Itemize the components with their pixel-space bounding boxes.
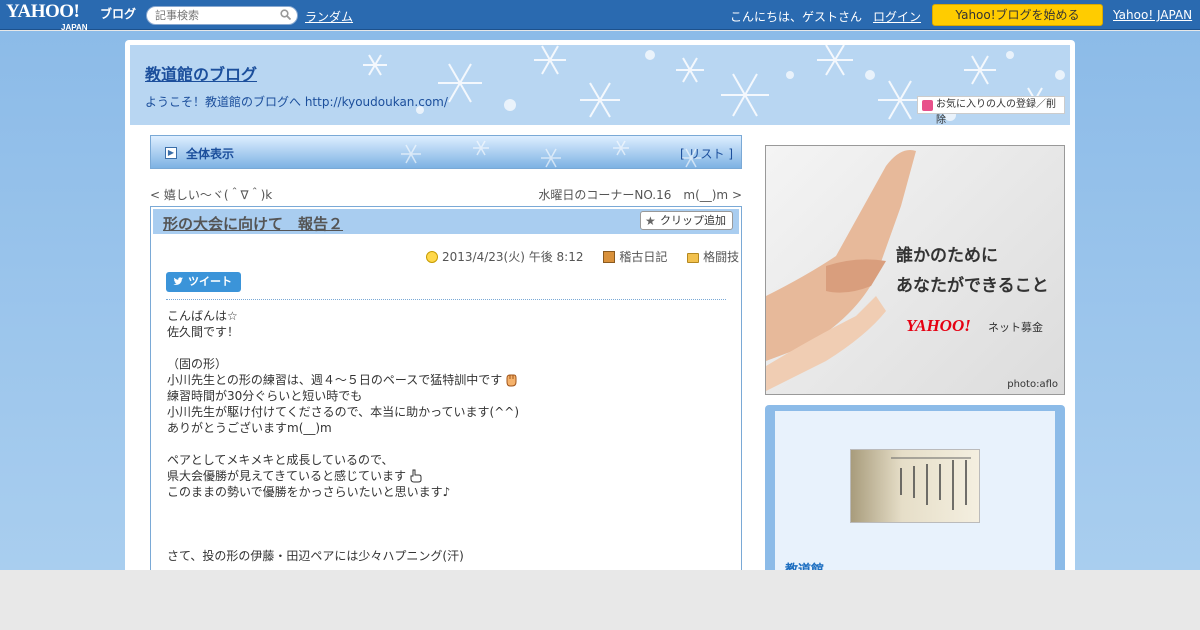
previous-article-link[interactable]: 嬉しい～ヾ(＾∇＾)k bbox=[164, 188, 272, 202]
heart-icon bbox=[922, 100, 933, 111]
book-icon bbox=[603, 251, 616, 263]
article-line bbox=[167, 436, 727, 452]
ad-headline-2: あなたができること bbox=[896, 276, 1049, 296]
article-line-with-emoji: 県大会優勝が見えてきていると感じています bbox=[167, 468, 727, 484]
article-line: さて、投の形の伊藤・田辺ペアには少々ハプニング(汗) bbox=[167, 549, 464, 563]
clock-icon bbox=[426, 251, 438, 263]
yahoo-logo[interactable]: YAHOO! JAPAN bbox=[6, 2, 88, 32]
profile-box: 教道館 bbox=[765, 405, 1065, 581]
article: 形の大会に向けて 報告２ ★ クリップ追加 2013/4/23(火) 午後 8:… bbox=[150, 206, 742, 586]
blog-page: 教道館のブログ ようこそ！教道館のブログへ http://kyoudoukan.… bbox=[125, 40, 1075, 586]
login-link[interactable]: ログイン bbox=[873, 8, 921, 25]
blog-title-link[interactable]: 教道館のブログ bbox=[145, 61, 257, 85]
article-line: このままの勢いで優勝をかっさらいたいと思います♪ bbox=[167, 485, 451, 499]
article-line: ありがとうございますm(__)m bbox=[167, 421, 332, 435]
arrow-right-icon: ▶ bbox=[165, 147, 177, 159]
article-line-with-emoji: 小川先生との形の練習は、週４～５日のペースで猛特訓中です bbox=[167, 372, 727, 388]
clip-add-label: クリップ追加 bbox=[660, 214, 726, 227]
article-category-link[interactable]: 稽古日記 bbox=[619, 250, 667, 264]
page-footer-area bbox=[0, 570, 1200, 630]
favorite-register-button[interactable]: お気に入りの人の登録／削除 bbox=[917, 96, 1065, 125]
ad-headline-1: 誰かのために bbox=[896, 246, 998, 266]
tweet-button[interactable]: ツイート bbox=[166, 272, 241, 292]
folder-icon bbox=[687, 253, 700, 263]
article-header: 形の大会に向けて 報告２ ★ クリップ追加 bbox=[153, 209, 739, 234]
article-line: こんばんは☆ bbox=[167, 309, 238, 323]
random-link[interactable]: ランダム bbox=[305, 8, 353, 25]
ad-yahoo-logo: YAHOO! bbox=[906, 316, 971, 335]
pointing-hand-emoji-icon bbox=[410, 469, 422, 483]
article-line bbox=[167, 532, 727, 548]
article-title-link[interactable]: 形の大会に向けて 報告２ bbox=[163, 213, 343, 234]
article-divider bbox=[166, 299, 726, 300]
article-line: ペアとしてメキメキと成長しているので、 bbox=[167, 453, 394, 467]
article-line-text: 県大会優勝が見えてきていると感じています bbox=[167, 469, 407, 483]
article-body: こんばんは☆ 佐久間です！ （固の形） 小川先生との形の練習は、週４～５日のペー… bbox=[167, 308, 727, 564]
article-line: 小川先生が駆け付けてくださるので、本当に助かっています(^^) bbox=[167, 405, 520, 419]
twitter-bird-icon bbox=[173, 277, 184, 285]
snowflake-pattern bbox=[401, 140, 701, 168]
article-line: （固の形） bbox=[167, 357, 228, 371]
article-line bbox=[167, 516, 727, 532]
article-category: 稽古日記 bbox=[603, 248, 667, 265]
star-icon: ★ bbox=[645, 214, 656, 228]
next-article-nav: 水曜日のコーナーNO.16 m(__)m > bbox=[538, 186, 742, 203]
start-blog-button[interactable]: Yahoo!ブログを始める bbox=[932, 4, 1103, 26]
profile-inner: 教道館 bbox=[775, 411, 1055, 581]
article-folder-link[interactable]: 格闘技 bbox=[703, 250, 739, 264]
article-line: 佐久間です！ bbox=[167, 325, 240, 339]
article-line bbox=[167, 500, 727, 516]
next-arrow: > bbox=[728, 188, 742, 202]
article-date-link[interactable]: 2013/4/23(火) 午後 8:12 bbox=[442, 250, 583, 264]
ad-logo-sub-text: ネット募金 bbox=[988, 321, 1043, 334]
logo-blog-text: ブログ bbox=[100, 7, 137, 21]
all-display-bar: ▶ 全体表示 [ リスト ] bbox=[150, 135, 742, 169]
search-box[interactable] bbox=[146, 6, 298, 25]
top-navigation-bar: YAHOO! JAPAN ブログ ランダム こんにちは、ゲストさん ログイン Y… bbox=[0, 0, 1200, 32]
previous-article-nav: < 嬉しい～ヾ(＾∇＾)k bbox=[150, 186, 272, 203]
article-date: 2013/4/23(火) 午後 8:12 bbox=[426, 248, 583, 265]
prev-arrow: < bbox=[150, 188, 164, 202]
article-line: 練習時間が30分ぐらいと短い時でも bbox=[167, 389, 363, 403]
search-icon[interactable] bbox=[280, 9, 291, 20]
list-bracket-close: ] bbox=[724, 147, 733, 161]
profile-image[interactable] bbox=[850, 449, 980, 523]
donation-ad-banner[interactable]: 誰かのために あなたができること YAHOO! ネット募金 photo:aflo bbox=[765, 145, 1065, 395]
clip-add-button[interactable]: ★ クリップ追加 bbox=[640, 211, 733, 230]
yahoo-japan-link[interactable]: Yahoo! JAPAN bbox=[1113, 8, 1192, 22]
article-line-text: 小川先生との形の練習は、週４～５日のペースで猛特訓中です bbox=[167, 373, 503, 387]
next-article-link[interactable]: 水曜日のコーナーNO.16 m(__)m bbox=[538, 188, 728, 202]
blog-welcome-text: ようこそ！教道館のブログへ http://kyoudoukan.com/ bbox=[145, 95, 448, 109]
tweet-label: ツイート bbox=[188, 275, 232, 288]
all-display-label: 全体表示 bbox=[186, 147, 235, 161]
ad-photo-credit: photo:aflo bbox=[1007, 379, 1058, 390]
fist-emoji-icon bbox=[506, 374, 517, 387]
search-input[interactable] bbox=[155, 8, 275, 23]
article-folder: 格闘技 bbox=[687, 248, 739, 265]
list-link[interactable]: リスト bbox=[688, 147, 724, 161]
greeting-text: こんにちは、ゲストさん bbox=[730, 10, 863, 24]
article-line bbox=[167, 340, 727, 356]
calligraphy-image bbox=[891, 457, 971, 510]
list-link-wrapper: [ リスト ] bbox=[680, 145, 733, 162]
blog-header-banner: 教道館のブログ ようこそ！教道館のブログへ http://kyoudoukan.… bbox=[130, 45, 1070, 125]
article-meta: 2013/4/23(火) 午後 8:12 稽古日記 格闘技 bbox=[426, 248, 755, 265]
